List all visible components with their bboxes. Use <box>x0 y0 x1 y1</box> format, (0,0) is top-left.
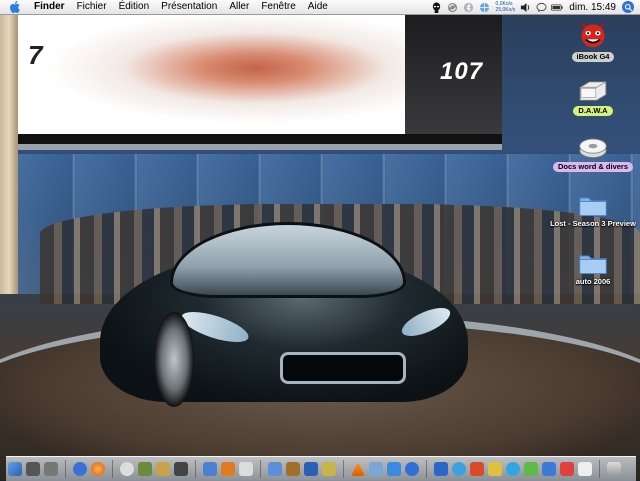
dock-separator <box>112 460 113 478</box>
menu-edition[interactable]: Édition <box>119 0 150 14</box>
quicktime-icon[interactable] <box>268 462 282 476</box>
menu-aller[interactable]: Aller <box>229 0 249 14</box>
demon-icon <box>578 20 608 50</box>
vlc-icon[interactable] <box>351 462 365 476</box>
game-icon[interactable] <box>524 462 538 476</box>
wallpaper-screen-banner: 7 107 <box>10 14 502 150</box>
notes-icon[interactable] <box>488 462 502 476</box>
preview-icon[interactable] <box>369 462 383 476</box>
menu-bar: Finder Fichier Édition Présentation Alle… <box>0 0 640 15</box>
dock-separator <box>426 460 427 478</box>
mail-icon[interactable] <box>434 462 448 476</box>
menu-aide[interactable]: Aide <box>308 0 328 14</box>
wallpaper-car <box>100 212 468 417</box>
wallpaper-pillar <box>0 14 18 294</box>
photo-icon[interactable] <box>174 462 188 476</box>
sherlock-icon[interactable] <box>286 462 300 476</box>
car-wheel-front <box>154 312 194 407</box>
desktop-icon-docs-word[interactable]: Docs word & divers <box>545 134 640 172</box>
application-icon[interactable] <box>560 462 574 476</box>
desktop-icon-label: D.A.W.A <box>573 106 613 116</box>
wallpaper-screen-photo <box>10 14 405 134</box>
apple-menu-icon[interactable] <box>8 0 22 14</box>
itunes-icon[interactable] <box>73 462 87 476</box>
menu-clock[interactable]: dim. 15:49 <box>569 2 616 13</box>
menu-presentation[interactable]: Présentation <box>161 0 217 14</box>
chess-icon[interactable] <box>138 462 152 476</box>
network-icon[interactable] <box>387 462 401 476</box>
sync-icon[interactable] <box>447 1 459 13</box>
desktop-icon-label: iBook G4 <box>571 52 615 62</box>
cd-icon[interactable] <box>120 462 134 476</box>
menu-fichier[interactable]: Fichier <box>77 0 107 14</box>
firefox-icon[interactable] <box>91 462 105 476</box>
desktop-icon-lost-season-3[interactable]: Lost - Season 3 Preview <box>545 192 640 228</box>
dock-separator <box>599 460 600 478</box>
dashboard-icon[interactable] <box>44 462 58 476</box>
desktop-icon-label: auto 2006 <box>575 277 611 286</box>
finder-icon[interactable] <box>8 462 22 476</box>
car-grille <box>280 352 406 384</box>
chat-icon[interactable] <box>535 1 547 13</box>
wallpaper-banner-left-text: 7 <box>28 40 43 70</box>
menu-fenetre[interactable]: Fenêtre <box>261 0 295 14</box>
imovie-icon[interactable] <box>304 462 318 476</box>
monitor-icon[interactable] <box>26 462 40 476</box>
powerpoint-icon[interactable] <box>221 462 235 476</box>
address-book-icon[interactable] <box>470 462 484 476</box>
folder-icon <box>578 192 608 218</box>
disk-icon <box>578 134 608 160</box>
ical-icon[interactable] <box>156 462 170 476</box>
dock <box>6 456 636 481</box>
dock-separator <box>65 460 66 478</box>
wallpaper-banner-right-text: 107 <box>440 58 484 85</box>
globe-icon[interactable] <box>479 1 491 13</box>
skype-icon[interactable] <box>506 462 520 476</box>
dock-separator <box>260 460 261 478</box>
desktop-icon-ibook-g4[interactable]: iBook G4 <box>545 20 640 62</box>
menu-finder[interactable]: Finder <box>34 0 65 14</box>
desktop-wallpaper: 7 107 <box>0 14 640 480</box>
alien-icon[interactable] <box>431 1 443 13</box>
car-windshield <box>170 222 406 298</box>
word-icon[interactable] <box>203 462 217 476</box>
system-preferences-icon[interactable] <box>542 462 556 476</box>
dock-separator <box>195 460 196 478</box>
desktop-icon-auto-2006[interactable]: auto 2006 <box>545 250 640 286</box>
desktop-icon-label: Lost - Season 3 Preview <box>550 219 636 228</box>
battery-icon[interactable] <box>551 1 563 13</box>
ichat-icon[interactable] <box>452 462 466 476</box>
internet-icon[interactable] <box>405 462 419 476</box>
net-download-rate: 25,0Ko/s <box>495 7 516 13</box>
dock-separator <box>343 460 344 478</box>
desktop-icon-dawa[interactable]: D.A.W.A <box>545 80 640 116</box>
drive-icon <box>577 80 609 104</box>
document-icon[interactable] <box>239 462 253 476</box>
spotlight-search-icon[interactable] <box>622 1 634 13</box>
folder-icon <box>578 250 608 276</box>
bluetooth-icon[interactable] <box>463 1 475 13</box>
desktop-icon-label: Docs word & divers <box>552 162 634 172</box>
garageband-icon[interactable] <box>322 462 336 476</box>
menu-extras: 0,0Ko/s 25,0Ko/s dim. 15:49 <box>427 0 634 14</box>
trash-icon[interactable] <box>607 462 621 476</box>
network-speed-monitor[interactable]: 0,0Ko/s 25,0Ko/s <box>496 1 516 13</box>
volume-icon[interactable] <box>519 1 531 13</box>
text-edit-icon[interactable] <box>578 462 592 476</box>
